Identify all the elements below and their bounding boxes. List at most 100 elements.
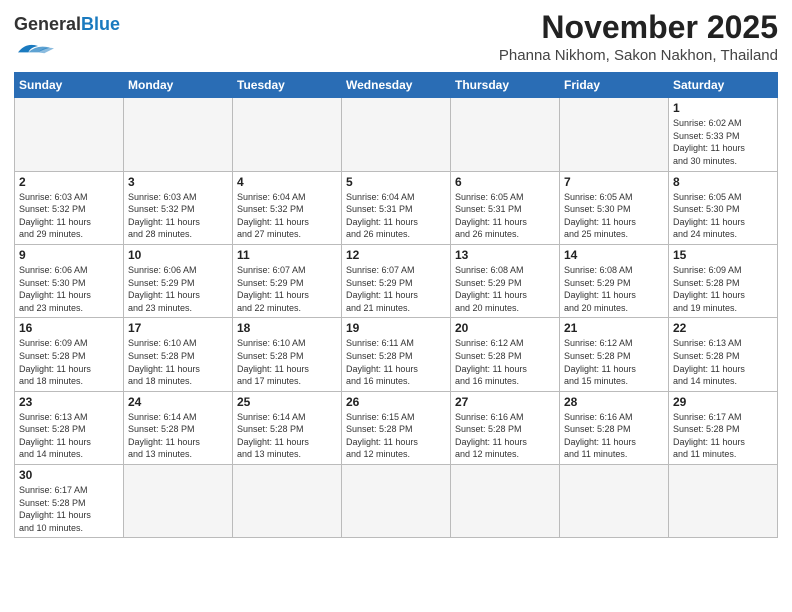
- day-number: 20: [455, 321, 555, 335]
- day-info: Sunrise: 6:14 AM Sunset: 5:28 PM Dayligh…: [237, 411, 337, 461]
- day-number: 24: [128, 395, 228, 409]
- calendar-body: 1 Sunrise: 6:02 AM Sunset: 5:33 PM Daylig…: [15, 98, 778, 538]
- day-info: Sunrise: 6:07 AM Sunset: 5:29 PM Dayligh…: [346, 264, 446, 314]
- header-wednesday: Wednesday: [342, 73, 451, 98]
- day-number: 8: [673, 175, 773, 189]
- day-info: Sunrise: 6:12 AM Sunset: 5:28 PM Dayligh…: [455, 337, 555, 387]
- table-row: 22Sunrise: 6:13 AM Sunset: 5:28 PM Dayli…: [669, 318, 778, 391]
- table-row: 1 Sunrise: 6:02 AM Sunset: 5:33 PM Daylig…: [669, 98, 778, 171]
- day-number: 6: [455, 175, 555, 189]
- calendar-page: General Blue November 2025 Phanna Nikhom…: [0, 0, 792, 612]
- table-row: 12 Sunrise: 6:07 AM Sunset: 5:29 PM Dayli…: [342, 244, 451, 317]
- table-row: [560, 98, 669, 171]
- day-info: Sunrise: 6:04 AM Sunset: 5:32 PM Dayligh…: [237, 191, 337, 241]
- day-number: 4: [237, 175, 337, 189]
- table-row: 3 Sunrise: 6:03 AM Sunset: 5:32 PM Daylig…: [124, 171, 233, 244]
- day-info: Sunrise: 6:03 AM Sunset: 5:32 PM Dayligh…: [128, 191, 228, 241]
- day-number: 19: [346, 321, 446, 335]
- table-row: 11 Sunrise: 6:07 AM Sunset: 5:29 PM Dayli…: [233, 244, 342, 317]
- day-info: Sunrise: 6:05 AM Sunset: 5:30 PM Dayligh…: [564, 191, 664, 241]
- table-row: [451, 465, 560, 538]
- day-info: Sunrise: 6:02 AM Sunset: 5:33 PM Dayligh…: [673, 117, 773, 167]
- day-info: Sunrise: 6:05 AM Sunset: 5:30 PM Dayligh…: [673, 191, 773, 241]
- day-number: 10: [128, 248, 228, 262]
- table-row: [233, 98, 342, 171]
- day-number: 23: [19, 395, 119, 409]
- day-info: Sunrise: 6:11 AM Sunset: 5:28 PM Dayligh…: [346, 337, 446, 387]
- logo-blue: Blue: [81, 14, 120, 35]
- day-number: 25: [237, 395, 337, 409]
- table-row: 19 Sunrise: 6:11 AM Sunset: 5:28 PM Dayli…: [342, 318, 451, 391]
- table-row: [15, 98, 124, 171]
- title-area: November 2025 Phanna Nikhom, Sakon Nakho…: [499, 10, 778, 64]
- table-row: [560, 465, 669, 538]
- table-row: 26Sunrise: 6:15 AM Sunset: 5:28 PM Dayli…: [342, 391, 451, 464]
- table-row: 10Sunrise: 6:06 AM Sunset: 5:29 PM Dayli…: [124, 244, 233, 317]
- day-number: 3: [128, 175, 228, 189]
- day-info: Sunrise: 6:08 AM Sunset: 5:29 PM Dayligh…: [455, 264, 555, 314]
- day-number: 14: [564, 248, 664, 262]
- day-number: 12: [346, 248, 446, 262]
- day-number: 5: [346, 175, 446, 189]
- day-info: Sunrise: 6:06 AM Sunset: 5:30 PM Dayligh…: [19, 264, 119, 314]
- table-row: 9 Sunrise: 6:06 AM Sunset: 5:30 PM Daylig…: [15, 244, 124, 317]
- header-tuesday: Tuesday: [233, 73, 342, 98]
- month-title: November 2025: [499, 10, 778, 45]
- table-row: 17 Sunrise: 6:10 AM Sunset: 5:28 PM Dayli…: [124, 318, 233, 391]
- table-row: 24 Sunrise: 6:14 AM Sunset: 5:28 PM Dayli…: [124, 391, 233, 464]
- table-row: 21 Sunrise: 6:12 AM Sunset: 5:28 PM Dayli…: [560, 318, 669, 391]
- table-row: 15Sunrise: 6:09 AM Sunset: 5:28 PM Dayli…: [669, 244, 778, 317]
- table-row: 13Sunrise: 6:08 AM Sunset: 5:29 PM Dayli…: [451, 244, 560, 317]
- weekday-header-row: Sunday Monday Tuesday Wednesday Thursday…: [15, 73, 778, 98]
- day-number: 30: [19, 468, 119, 482]
- day-info: Sunrise: 6:03 AM Sunset: 5:32 PM Dayligh…: [19, 191, 119, 241]
- table-row: 27 Sunrise: 6:16 AM Sunset: 5:28 PM Dayli…: [451, 391, 560, 464]
- table-row: 23Sunrise: 6:13 AM Sunset: 5:28 PM Dayli…: [15, 391, 124, 464]
- day-number: 18: [237, 321, 337, 335]
- day-info: Sunrise: 6:14 AM Sunset: 5:28 PM Dayligh…: [128, 411, 228, 461]
- day-number: 2: [19, 175, 119, 189]
- table-row: 28Sunrise: 6:16 AM Sunset: 5:28 PM Dayli…: [560, 391, 669, 464]
- day-number: 21: [564, 321, 664, 335]
- table-row: 20 Sunrise: 6:12 AM Sunset: 5:28 PM Dayli…: [451, 318, 560, 391]
- day-number: 17: [128, 321, 228, 335]
- day-number: 1: [673, 101, 773, 115]
- day-info: Sunrise: 6:17 AM Sunset: 5:28 PM Dayligh…: [19, 484, 119, 534]
- day-info: Sunrise: 6:10 AM Sunset: 5:28 PM Dayligh…: [128, 337, 228, 387]
- day-info: Sunrise: 6:05 AM Sunset: 5:31 PM Dayligh…: [455, 191, 555, 241]
- header-area: General Blue November 2025 Phanna Nikhom…: [14, 10, 778, 64]
- header-saturday: Saturday: [669, 73, 778, 98]
- table-row: [124, 465, 233, 538]
- table-row: [124, 98, 233, 171]
- day-info: Sunrise: 6:10 AM Sunset: 5:28 PM Dayligh…: [237, 337, 337, 387]
- table-row: 8 Sunrise: 6:05 AM Sunset: 5:30 PM Daylig…: [669, 171, 778, 244]
- table-row: [669, 465, 778, 538]
- day-number: 7: [564, 175, 664, 189]
- header-monday: Monday: [124, 73, 233, 98]
- table-row: [451, 98, 560, 171]
- logo-icon: [14, 37, 54, 59]
- location-title: Phanna Nikhom, Sakon Nakhon, Thailand: [499, 47, 778, 64]
- day-info: Sunrise: 6:16 AM Sunset: 5:28 PM Dayligh…: [455, 411, 555, 461]
- day-info: Sunrise: 6:07 AM Sunset: 5:29 PM Dayligh…: [237, 264, 337, 314]
- day-number: 27: [455, 395, 555, 409]
- header-thursday: Thursday: [451, 73, 560, 98]
- table-row: 4 Sunrise: 6:04 AM Sunset: 5:32 PM Daylig…: [233, 171, 342, 244]
- table-row: 18 Sunrise: 6:10 AM Sunset: 5:28 PM Dayli…: [233, 318, 342, 391]
- day-number: 9: [19, 248, 119, 262]
- day-number: 11: [237, 248, 337, 262]
- table-row: 16Sunrise: 6:09 AM Sunset: 5:28 PM Dayli…: [15, 318, 124, 391]
- logo-general: General: [14, 14, 81, 35]
- table-row: 7 Sunrise: 6:05 AM Sunset: 5:30 PM Daylig…: [560, 171, 669, 244]
- day-info: Sunrise: 6:12 AM Sunset: 5:28 PM Dayligh…: [564, 337, 664, 387]
- table-row: [233, 465, 342, 538]
- table-row: 14 Sunrise: 6:08 AM Sunset: 5:29 PM Dayli…: [560, 244, 669, 317]
- day-info: Sunrise: 6:15 AM Sunset: 5:28 PM Dayligh…: [346, 411, 446, 461]
- day-info: Sunrise: 6:08 AM Sunset: 5:29 PM Dayligh…: [564, 264, 664, 314]
- table-row: 30 Sunrise: 6:17 AM Sunset: 5:28 PM Dayli…: [15, 465, 124, 538]
- header-sunday: Sunday: [15, 73, 124, 98]
- table-row: 6 Sunrise: 6:05 AM Sunset: 5:31 PM Daylig…: [451, 171, 560, 244]
- day-info: Sunrise: 6:09 AM Sunset: 5:28 PM Dayligh…: [19, 337, 119, 387]
- table-row: [342, 98, 451, 171]
- day-info: Sunrise: 6:13 AM Sunset: 5:28 PM Dayligh…: [673, 337, 773, 387]
